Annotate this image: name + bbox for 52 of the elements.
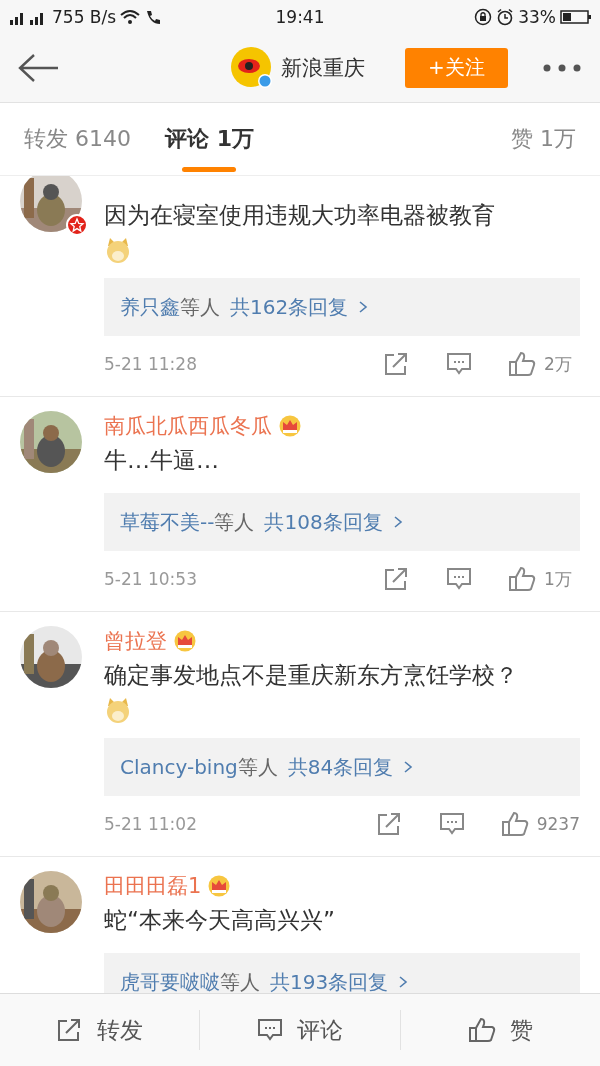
comment-icon[interactable] [446, 567, 472, 591]
alarm-icon [496, 7, 515, 26]
comment-icon[interactable] [438, 812, 465, 836]
account-avatar-icon [231, 46, 273, 89]
thumbs-up-icon[interactable] [500, 811, 529, 837]
comment-text: 牛…牛逼… [104, 446, 220, 475]
share-icon [56, 1018, 83, 1042]
battery-icon [560, 8, 592, 25]
wifi-icon [120, 8, 141, 25]
account-name: 新浪重庆 [281, 54, 365, 82]
share-icon[interactable] [376, 812, 403, 836]
user-name[interactable]: 南瓜北瓜西瓜冬瓜 [104, 412, 272, 440]
comment-time: 5-21 11:28 [104, 354, 197, 374]
tab[interactable]: 赞 1万 [511, 110, 576, 168]
like-count: 1万 [544, 567, 572, 591]
comment-icon [257, 1018, 283, 1042]
replies-link[interactable]: 草莓不美--等人 共108条回复 [104, 493, 580, 551]
user-name[interactable]: 曾拉登 [104, 627, 167, 655]
thumbs-up-icon [467, 1017, 496, 1043]
battery-percent: 33% [518, 6, 556, 27]
chevron-right-icon [398, 975, 409, 989]
crown-icon [173, 630, 197, 652]
comment-text: 因为在寝室使用违规大功率电器被教育 [104, 201, 496, 230]
share-icon[interactable] [384, 567, 410, 591]
thumbs-up-icon[interactable] [508, 351, 536, 377]
comment-time: 5-21 10:53 [104, 569, 197, 589]
clock-time: 19:41 [275, 6, 325, 27]
rotation-lock-icon [474, 7, 493, 26]
user-name[interactable]: 田田田磊1 [104, 872, 202, 900]
comment-text: 确定事发地点不是重庆新东方烹饪学校？ [104, 661, 519, 690]
like-count: 2万 [544, 352, 572, 376]
replies-link[interactable]: Clancy-bing等人 共84条回复 [104, 738, 580, 796]
crown-icon [278, 415, 302, 437]
chevron-right-icon [358, 300, 369, 314]
replies-link[interactable]: 虎哥要啵啵等人 共193条回复 [104, 953, 580, 993]
comment-time: 5-21 11:02 [104, 814, 197, 834]
share-button[interactable]: 转发 [0, 994, 200, 1066]
like-count: 9237 [536, 814, 580, 834]
tab[interactable]: 转发 6140 [24, 110, 131, 168]
back-arrow-icon[interactable] [18, 52, 60, 83]
replies-link[interactable]: 养只鑫等人 共162条回复 [104, 278, 580, 336]
network-speed: 755 B/s [52, 6, 117, 27]
thumbs-up-icon[interactable] [508, 566, 536, 592]
comment-button[interactable]: 评论 [200, 994, 400, 1066]
like-button[interactable]: 赞 [400, 994, 600, 1066]
chevron-right-icon [403, 760, 414, 774]
comment-text: 蛇“本来今天高高兴兴” [104, 906, 336, 935]
crown-icon [207, 875, 232, 897]
comment-icon[interactable] [446, 352, 472, 376]
more-icon[interactable] [542, 62, 582, 73]
share-icon[interactable] [384, 352, 410, 376]
chevron-right-icon [392, 515, 403, 529]
